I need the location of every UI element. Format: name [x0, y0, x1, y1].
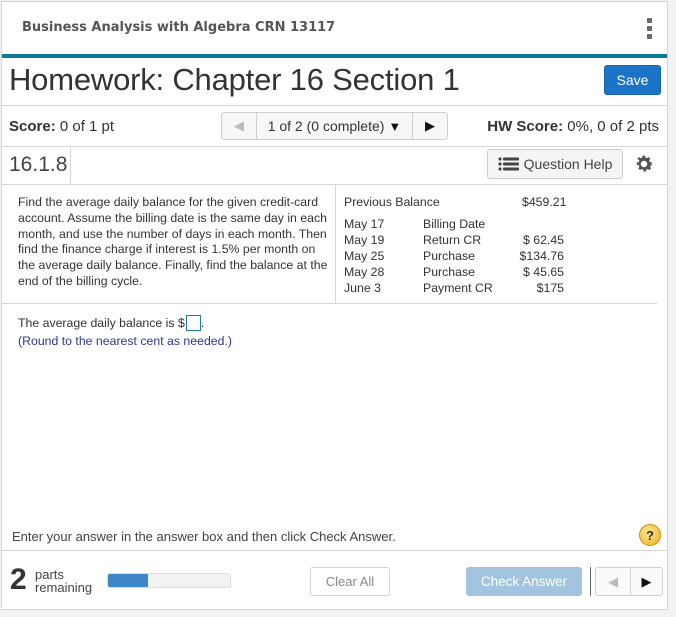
question-score: Score: 0 of 1 pt [9, 118, 114, 135]
next-question-button[interactable]: ▶ [412, 113, 447, 139]
instruction-text: Enter your answer in the answer box and … [12, 529, 396, 544]
parts-remaining-count: 2 [10, 563, 27, 596]
question-toolbar: 16.1.8 Question Help [2, 146, 667, 185]
triangle-right-icon: ▶ [425, 118, 435, 133]
question-area: Find the average daily balance for the g… [2, 185, 657, 304]
pager-text: 1 of 2 (0 complete) [267, 118, 385, 134]
divider [70, 146, 71, 184]
question-help-button[interactable]: Question Help [487, 149, 623, 179]
answer-suffix: . [200, 316, 205, 330]
parts-remaining-label: parts remaining [35, 568, 92, 594]
transaction-amount: $ 45.65 [522, 265, 564, 279]
kebab-vertical-icon[interactable] [647, 18, 653, 40]
check-answer-button[interactable]: Check Answer [466, 567, 582, 596]
divider [590, 567, 591, 596]
question-help-label: Question Help [523, 156, 613, 172]
transaction-row: May 19 Return CR $ 62.45 [344, 233, 564, 249]
question-pager: ◀ 1 of 2 (0 complete) ▼ ▶ [221, 112, 448, 140]
score-value: 0 of 1 pt [55, 118, 115, 135]
transaction-type: Purchase [423, 249, 475, 263]
triangle-left-icon: ◀ [608, 573, 618, 589]
transaction-amount: $175 [536, 281, 564, 295]
transaction-row: May 17 Billing Date [344, 217, 564, 233]
progress-fill [108, 574, 149, 587]
score-label: Score: [9, 118, 56, 135]
average-daily-balance-input[interactable] [185, 315, 201, 331]
account-table: Previous Balance $459.21 May 17 Billing … [335, 185, 661, 303]
question-prompt: Find the average daily balance for the g… [18, 195, 328, 288]
answer-line: The average daily balance is $. [18, 315, 204, 331]
previous-part-button[interactable]: ◀ [596, 568, 631, 595]
transaction-date: May 28 [344, 265, 385, 279]
transaction-type: Purchase [423, 265, 475, 279]
transaction-date: May 19 [344, 233, 385, 247]
transaction-amount: $134.76 [519, 249, 564, 263]
triangle-left-icon: ◀ [234, 118, 244, 133]
homework-panel: Business Analysis with Algebra CRN 13117… [1, 1, 668, 610]
previous-balance-value: $459.21 [522, 195, 567, 209]
hw-score: HW Score: 0%, 0 of 2 pts [487, 118, 659, 135]
course-title: Business Analysis with Algebra CRN 13117 [22, 20, 336, 35]
part-navigation: ◀ ▶ [595, 567, 663, 596]
transaction-row: May 28 Purchase $ 45.65 [344, 265, 564, 281]
caret-down-icon: ▼ [388, 118, 402, 134]
transaction-date: May 25 [344, 249, 385, 263]
parts-progress-bar [107, 573, 231, 588]
transaction-type: Billing Date [423, 217, 486, 231]
clear-all-button[interactable]: Clear All [310, 567, 390, 596]
transaction-row: May 25 Purchase $134.76 [344, 249, 564, 265]
question-id: 16.1.8 [9, 153, 68, 176]
hw-score-label: HW Score: [487, 118, 564, 135]
help-icon[interactable]: ? [639, 524, 661, 546]
transaction-type: Return CR [423, 233, 482, 247]
parts-label-line2: remaining [35, 580, 93, 595]
transaction-row: June 3 Payment CR $175 [344, 281, 564, 297]
gear-icon[interactable] [633, 153, 655, 175]
answer-footer: 2 parts remaining Clear All Check Answer… [2, 550, 667, 611]
answer-prefix: The average daily balance is $ [18, 316, 185, 330]
triangle-right-icon: ▶ [641, 573, 652, 589]
previous-balance-label: Previous Balance [344, 195, 440, 209]
next-part-button[interactable]: ▶ [631, 568, 662, 595]
page-title: Homework: Chapter 16 Section 1 [9, 62, 460, 97]
score-bar: Score: 0 of 1 pt ◀ 1 of 2 (0 complete) ▼… [2, 105, 667, 147]
save-button[interactable]: Save [604, 65, 661, 95]
transaction-type: Payment CR [423, 281, 493, 295]
transaction-date: May 17 [344, 217, 385, 231]
rounding-hint: (Round to the nearest cent as needed.) [18, 334, 232, 348]
transaction-date: June 3 [344, 281, 381, 295]
question-select-dropdown[interactable]: 1 of 2 (0 complete) ▼ [257, 113, 412, 139]
course-header: Business Analysis with Algebra CRN 13117 [2, 2, 667, 58]
previous-question-button[interactable]: ◀ [222, 113, 257, 139]
list-icon [498, 157, 519, 171]
hw-score-value: 0%, 0 of 2 pts [563, 118, 659, 135]
transaction-amount: $ 62.45 [522, 233, 564, 247]
